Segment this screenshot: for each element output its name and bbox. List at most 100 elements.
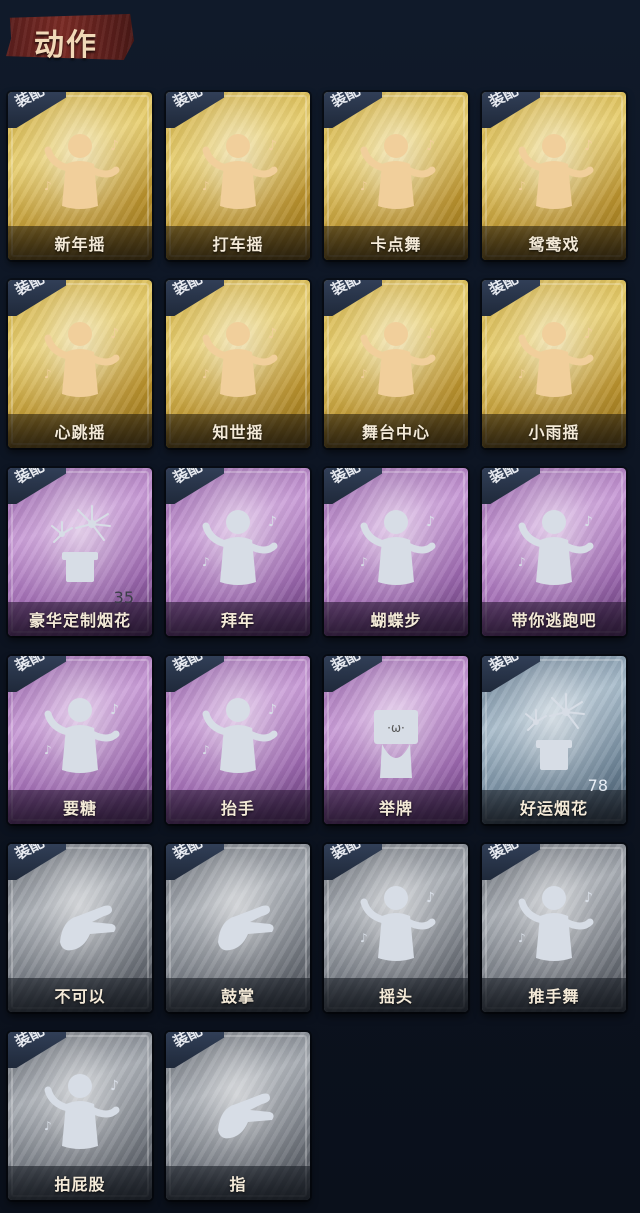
- svg-text:♪: ♪: [110, 326, 119, 342]
- equip-badge-label: 装配: [486, 92, 522, 112]
- action-card[interactable]: 装配 ♪ ♪ 打车摇: [166, 92, 310, 260]
- action-label-bar: 卡点舞: [324, 226, 468, 260]
- action-card[interactable]: 装配 ♪ ♪ 卡点舞: [324, 92, 468, 260]
- svg-text:♪: ♪: [584, 890, 593, 906]
- lucky-fireworks-icon: [525, 693, 585, 770]
- action-name: 推手舞: [528, 987, 580, 1006]
- action-label-bar: 要糖: [8, 790, 152, 824]
- equip-badge-label: 装配: [328, 92, 364, 112]
- action-name: 拜年: [220, 611, 255, 630]
- action-card[interactable]: 装配 ♪ ♪ 推手舞: [482, 844, 626, 1012]
- svg-text:♪: ♪: [426, 326, 435, 342]
- new-year-greeting-figure-icon: ♪ ♪: [202, 510, 278, 585]
- action-card[interactable]: 装配 78 好运烟花: [482, 656, 626, 824]
- clapping-hands-icon: [218, 905, 274, 951]
- svg-text:♪: ♪: [360, 555, 368, 569]
- run-away-figure-icon: ♪ ♪: [518, 510, 594, 585]
- page-title: 动作: [34, 28, 98, 63]
- equip-badge-label: 装配: [170, 280, 206, 300]
- action-name: 舞台中心: [361, 423, 430, 442]
- equip-badge-label: 装配: [12, 656, 48, 676]
- equip-badge-label: 装配: [328, 844, 364, 864]
- action-name: 抬手: [220, 799, 255, 818]
- action-name: 要糖: [62, 799, 97, 818]
- svg-text:♪: ♪: [518, 555, 526, 569]
- action-label-bar: 知世摇: [166, 414, 310, 448]
- svg-text:♪: ♪: [360, 931, 368, 945]
- equip-badge-label: 装配: [486, 280, 522, 300]
- action-card[interactable]: 装配 ♪ ♪ 心跳摇: [8, 280, 152, 448]
- action-label-bar: 豪华定制烟花: [8, 602, 152, 636]
- action-card[interactable]: 装配 ♪ ♪ 知世摇: [166, 280, 310, 448]
- svg-text:♪: ♪: [202, 367, 210, 381]
- svg-text:♪: ♪: [268, 138, 277, 154]
- svg-text:♪: ♪: [110, 1078, 119, 1094]
- center-stage-figure-icon: ♪ ♪: [360, 322, 436, 397]
- action-card[interactable]: 装配 35 豪华定制烟花: [8, 468, 152, 636]
- action-card[interactable]: 装配 ♪ ♪ 鸳鸯戏: [482, 92, 626, 260]
- equip-badge-label: 装配: [328, 280, 364, 300]
- action-name: 好运烟花: [519, 799, 588, 818]
- action-label-bar: 打车摇: [166, 226, 310, 260]
- svg-text:♪: ♪: [426, 138, 435, 154]
- action-card[interactable]: 装配 ♪ ♪ 摇头: [324, 844, 468, 1012]
- action-name: 带你逃跑吧: [511, 611, 597, 630]
- action-card[interactable]: 装配 ·ω· 举牌: [324, 656, 468, 824]
- equip-badge-label: 装配: [170, 844, 206, 864]
- pat-butt-figure-icon: ♪ ♪: [44, 1074, 120, 1149]
- action-name: 蝴蝶步: [370, 611, 422, 630]
- svg-text:♪: ♪: [44, 1119, 52, 1133]
- action-name: 小雨摇: [528, 423, 580, 442]
- action-label-bar: 鸳鸯戏: [482, 226, 626, 260]
- svg-text:♪: ♪: [202, 179, 210, 193]
- finger-wag-icon: [60, 905, 116, 951]
- action-card[interactable]: 装配 ♪ ♪ 抬手: [166, 656, 310, 824]
- hold-sign-figure-icon: ·ω·: [374, 710, 418, 778]
- svg-text:♪: ♪: [268, 702, 277, 718]
- heartbeat-shake-figure-icon: ♪ ♪: [44, 322, 120, 397]
- butterfly-step-figure-icon: ♪ ♪: [360, 510, 436, 585]
- svg-text:♪: ♪: [518, 931, 526, 945]
- action-card[interactable]: 装配 ♪ ♪ 新年摇: [8, 92, 152, 260]
- equip-badge-label: 装配: [170, 656, 206, 676]
- svg-text:♪: ♪: [518, 367, 526, 381]
- svg-text:♪: ♪: [44, 179, 52, 193]
- new-year-shake-figure-icon: ♪ ♪: [44, 134, 120, 209]
- svg-text:♪: ♪: [44, 743, 52, 757]
- svg-text:♪: ♪: [360, 367, 368, 381]
- action-label-bar: 摇头: [324, 978, 468, 1012]
- svg-text:♪: ♪: [202, 555, 210, 569]
- action-card[interactable]: 装配指: [166, 1032, 310, 1200]
- action-card[interactable]: 装配 ♪ ♪ 要糖: [8, 656, 152, 824]
- action-label-bar: 小雨摇: [482, 414, 626, 448]
- beat-dance-figure-icon: ♪ ♪: [360, 134, 436, 209]
- action-card[interactable]: 装配 鼓掌: [166, 844, 310, 1012]
- action-label-bar: 举牌: [324, 790, 468, 824]
- equip-badge-label: 装配: [12, 280, 48, 300]
- action-label-bar: 舞台中心: [324, 414, 468, 448]
- svg-text:♪: ♪: [518, 179, 526, 193]
- equip-badge-label: 装配: [486, 468, 522, 488]
- action-label-bar: 指: [166, 1166, 310, 1200]
- action-name: 心跳摇: [54, 423, 106, 442]
- equip-badge-label: 装配: [486, 844, 522, 864]
- equip-badge-label: 装配: [486, 656, 522, 676]
- action-name: 不可以: [54, 987, 106, 1006]
- action-card[interactable]: 装配 ♪ ♪ 拜年: [166, 468, 310, 636]
- equip-badge-label: 装配: [170, 1032, 206, 1052]
- equip-badge-label: 装配: [328, 468, 364, 488]
- action-name: 指: [229, 1175, 247, 1194]
- action-card[interactable]: 装配 ♪ ♪ 拍屁股: [8, 1032, 152, 1200]
- equip-badge-label: 装配: [170, 468, 206, 488]
- action-card[interactable]: 装配 ♪ ♪ 蝴蝶步: [324, 468, 468, 636]
- equip-badge-label: 装配: [12, 1032, 48, 1052]
- action-label-bar: 拜年: [166, 602, 310, 636]
- action-card[interactable]: 装配 ♪ ♪ 舞台中心: [324, 280, 468, 448]
- shake-head-figure-icon: ♪ ♪: [360, 886, 436, 961]
- action-card[interactable]: 装配 ♪ ♪ 带你逃跑吧: [482, 468, 626, 636]
- action-card[interactable]: 装配 ♪ ♪ 小雨摇: [482, 280, 626, 448]
- action-card[interactable]: 装配 不可以: [8, 844, 152, 1012]
- svg-text:♪: ♪: [202, 743, 210, 757]
- action-name: 打车摇: [212, 235, 264, 254]
- svg-text:♪: ♪: [584, 514, 593, 530]
